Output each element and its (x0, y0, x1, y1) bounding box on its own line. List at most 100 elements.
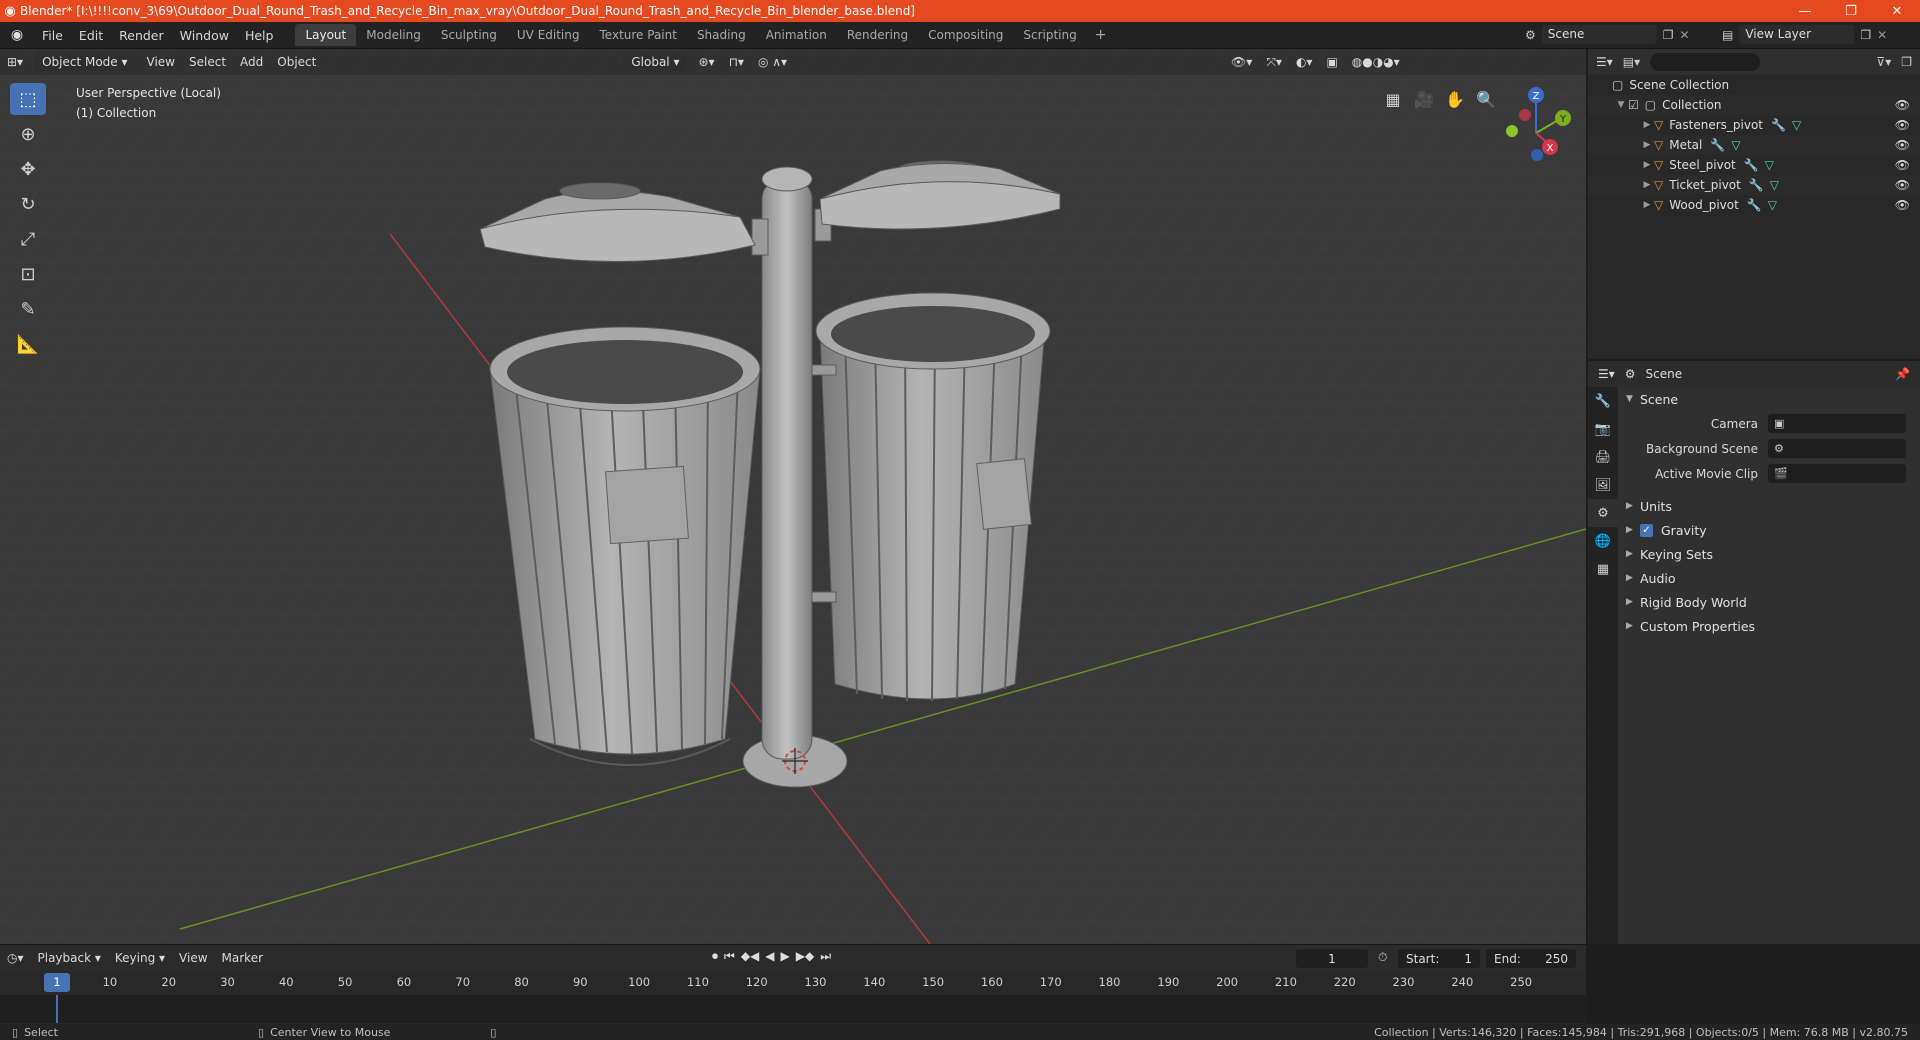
move-tool-icon[interactable]: ✥ (10, 153, 46, 185)
texture-tab-icon[interactable]: ▦ (1588, 555, 1618, 583)
editor-type-icon[interactable]: ⊞▾ (0, 55, 30, 69)
tab-scripting[interactable]: Scripting (1013, 24, 1086, 46)
tab-layout[interactable]: Layout (295, 24, 357, 46)
scene-tab-icon[interactable]: ⚙ (1588, 499, 1618, 527)
menu-view[interactable]: View (140, 55, 182, 69)
current-frame-indicator[interactable]: 1 (44, 973, 70, 992)
scene-name-field[interactable]: Scene (1541, 25, 1657, 44)
render-tab-icon[interactable]: 📷 (1588, 415, 1618, 443)
tab-uv-editing[interactable]: UV Editing (507, 24, 590, 46)
expand-arrow-icon[interactable]: ▶ (1640, 200, 1654, 210)
snap-icon[interactable]: ⊓▾ (722, 55, 751, 69)
record-button-icon[interactable]: ⏺ (712, 949, 718, 964)
menu-render[interactable]: Render (111, 28, 172, 43)
menu-keying[interactable]: Keying ▾ (108, 951, 172, 965)
display-mode-icon[interactable]: ▤▾ (1623, 55, 1640, 69)
orientation-dropdown[interactable]: Global ▾ (623, 53, 688, 71)
next-keyframe-icon[interactable]: ▶◆ (796, 949, 814, 964)
modifier-icon[interactable]: 🔧 (1747, 198, 1762, 212)
modifier-icon[interactable]: 🔧 (1749, 178, 1764, 192)
scene-collection-row[interactable]: ▢ Scene Collection (1588, 75, 1920, 95)
menu-timeline-view[interactable]: View (172, 951, 214, 965)
custom-properties-panel[interactable]: ▶ Custom Properties (1618, 614, 1920, 638)
menu-window[interactable]: Window (172, 28, 237, 43)
jump-end-icon[interactable]: ⏭ (820, 949, 831, 964)
start-frame-field[interactable]: Start: 1 (1398, 949, 1480, 968)
modifier-icon[interactable]: 🔧 (1744, 158, 1759, 172)
gravity-panel[interactable]: ▶ ✓ Gravity (1618, 518, 1920, 542)
mesh-data-icon[interactable]: ▽ (1768, 198, 1777, 212)
tool-tab-icon[interactable]: 🔧 (1588, 387, 1618, 415)
expand-arrow-icon[interactable]: ▶ (1640, 160, 1654, 170)
pan-view-icon[interactable]: ✋ (1441, 85, 1469, 113)
proportional-edit-icon[interactable]: ◎ ∧▾ (751, 55, 794, 69)
properties-editor-icon[interactable]: ☰▾ (1598, 367, 1615, 381)
rotate-tool-icon[interactable]: ↻ (10, 188, 46, 220)
new-view-layer-icon[interactable]: ❐ (1860, 28, 1871, 42)
mode-dropdown[interactable]: Object Mode ▾ (34, 53, 136, 71)
zoom-view-icon[interactable]: 🔍 (1472, 85, 1500, 113)
visibility-eye-icon[interactable]: 👁 (1895, 178, 1910, 192)
collection-row[interactable]: ▼ ☑ ▢ Collection 👁 (1588, 95, 1920, 115)
play-reverse-icon[interactable]: ◀ (765, 949, 774, 964)
outliner-object-row[interactable]: ▶ ▽ Ticket_pivot 🔧 ▽ 👁 (1588, 175, 1920, 195)
pivot-icon[interactable]: ⊛▾ (691, 55, 721, 69)
visibility-eye-icon[interactable]: 👁 (1895, 138, 1910, 152)
gizmo-toggle-icon[interactable]: ⤧▾ (1259, 55, 1289, 70)
maximize-button[interactable]: ❐ (1828, 0, 1874, 22)
outliner-object-row[interactable]: ▶ ▽ Fasteners_pivot 🔧 ▽ 👁 (1588, 115, 1920, 135)
close-button[interactable]: ✕ (1874, 0, 1920, 22)
outliner-object-row[interactable]: ▶ ▽ Steel_pivot 🔧 ▽ 👁 (1588, 155, 1920, 175)
tab-modeling[interactable]: Modeling (356, 24, 431, 46)
tab-texture-paint[interactable]: Texture Paint (590, 24, 687, 46)
delete-scene-icon[interactable]: ✕ (1680, 28, 1690, 42)
modifier-icon[interactable]: 🔧 (1710, 138, 1725, 152)
mesh-data-icon[interactable]: ▽ (1765, 158, 1774, 172)
outliner-object-row[interactable]: ▶ ▽ Wood_pivot 🔧 ▽ 👁 (1588, 195, 1920, 215)
camera-field[interactable]: ▣ (1768, 414, 1906, 433)
expand-arrow-icon[interactable]: ▶ (1640, 140, 1654, 150)
menu-file[interactable]: File (34, 28, 71, 43)
world-tab-icon[interactable]: 🌐 (1588, 527, 1618, 555)
menu-help[interactable]: Help (237, 28, 282, 43)
timeline-track[interactable] (0, 995, 1586, 1023)
new-collection-icon[interactable]: ❐ (1901, 55, 1912, 69)
visibility-eye-icon[interactable]: 👁 (1895, 158, 1910, 172)
scale-tool-icon[interactable]: ⤢ (10, 223, 46, 255)
prev-keyframe-icon[interactable]: ◆◀ (741, 949, 759, 964)
menu-playback[interactable]: Playback ▾ (31, 951, 108, 965)
outliner-object-row[interactable]: ▶ ▽ Metal 🔧 ▽ 👁 (1588, 135, 1920, 155)
visibility-eye-icon[interactable]: 👁 (1895, 118, 1910, 132)
output-tab-icon[interactable]: 🖨 (1588, 443, 1618, 471)
3d-viewport[interactable]: Z Y X ⊞▾ Object Mode ▾ View Select Add O… (0, 49, 1586, 944)
timer-icon[interactable]: ⏱ (1378, 950, 1387, 965)
menu-add[interactable]: Add (233, 55, 270, 69)
play-icon[interactable]: ▶ (781, 949, 790, 964)
tab-rendering[interactable]: Rendering (837, 24, 918, 46)
visibility-eye-icon[interactable]: 👁 (1895, 198, 1910, 212)
grid-view-icon[interactable]: ▦ (1379, 85, 1407, 113)
tab-animation[interactable]: Animation (756, 24, 837, 46)
view-layer-field[interactable]: View Layer (1739, 25, 1855, 44)
units-panel[interactable]: ▶ Units (1618, 494, 1920, 518)
camera-view-icon[interactable]: 🎥 (1410, 85, 1438, 113)
timeline-editor-icon[interactable]: ◷▾ (0, 951, 31, 965)
delete-view-layer-icon[interactable]: ✕ (1877, 28, 1887, 42)
mesh-data-icon[interactable]: ▽ (1731, 138, 1740, 152)
keying-sets-panel[interactable]: ▶ Keying Sets (1618, 542, 1920, 566)
background-scene-field[interactable]: ⚙ (1768, 439, 1906, 458)
measure-tool-icon[interactable]: 📐 (10, 328, 46, 360)
view-layer-tab-icon[interactable]: 🖼 (1588, 471, 1618, 499)
transform-tool-icon[interactable]: ⊡ (10, 258, 46, 290)
tab-compositing[interactable]: Compositing (918, 24, 1013, 46)
new-scene-icon[interactable]: ❐ (1663, 28, 1674, 42)
scene-section-header[interactable]: ▼ Scene (1618, 387, 1920, 411)
end-frame-field[interactable]: End: 250 (1486, 949, 1576, 968)
gravity-checkbox[interactable]: ✓ (1640, 523, 1653, 537)
modifier-icon[interactable]: 🔧 (1771, 118, 1786, 132)
outliner-editor-icon[interactable]: ☰▾ (1596, 55, 1613, 69)
audio-panel[interactable]: ▶ Audio (1618, 566, 1920, 590)
tab-sculpting[interactable]: Sculpting (431, 24, 507, 46)
pin-icon[interactable]: 📌 (1895, 367, 1910, 381)
menu-marker[interactable]: Marker (215, 951, 270, 965)
